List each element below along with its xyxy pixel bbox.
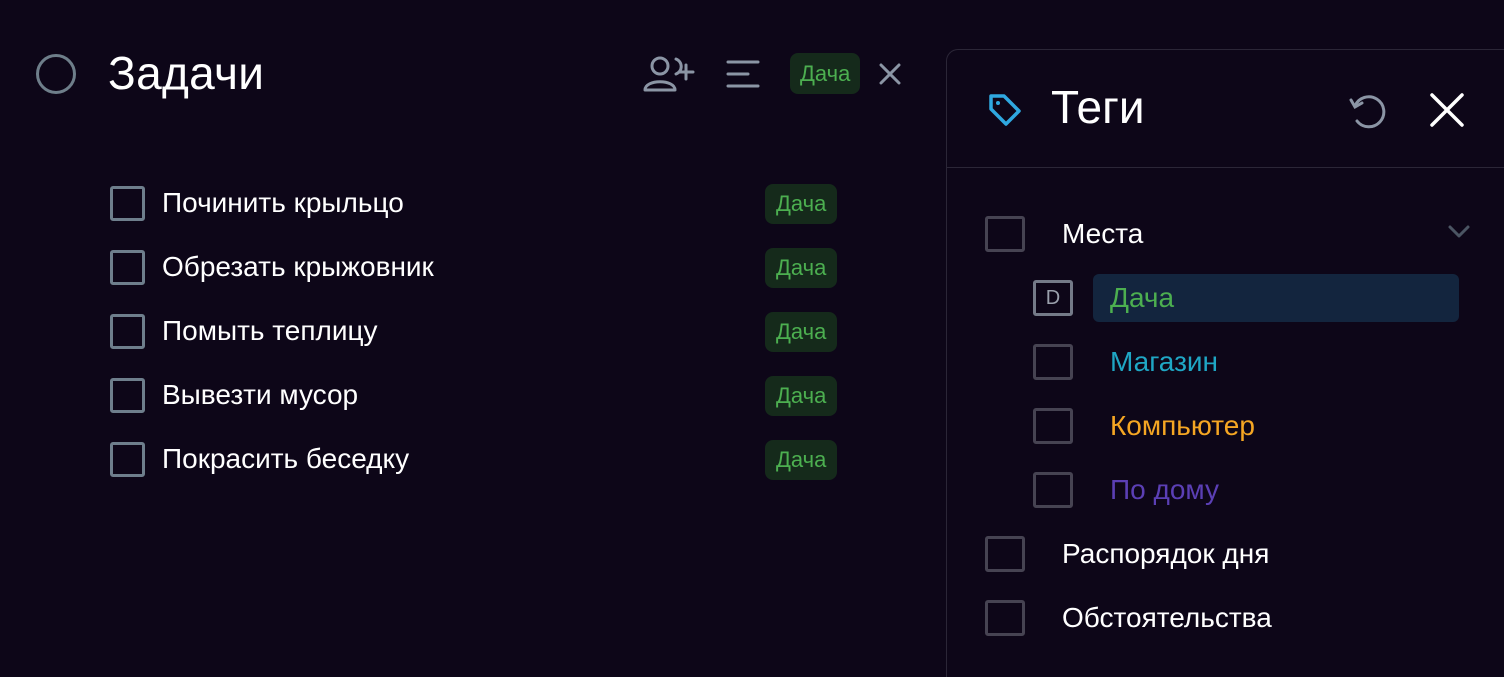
task-title[interactable]: Помыть теплицу <box>162 315 378 347</box>
tag-label[interactable]: По дому <box>1110 474 1219 506</box>
task-row[interactable]: Обрезать крыжовник Дача <box>110 248 846 312</box>
task-list: Починить крыльцо Дача Обрезать крыжовник… <box>110 184 846 504</box>
task-checkbox[interactable] <box>110 442 145 477</box>
tag-icon <box>987 92 1023 128</box>
tag-item-row[interactable]: Магазин <box>1033 344 1459 392</box>
sort-lines-icon[interactable] <box>726 58 760 90</box>
tag-item-row[interactable]: D Дача <box>1033 280 1459 328</box>
tag-checkbox[interactable] <box>1033 408 1073 444</box>
task-row[interactable]: Помыть теплицу Дача <box>110 312 846 376</box>
tag-group-row[interactable]: Распорядок дня <box>985 536 1465 584</box>
task-title[interactable]: Покрасить беседку <box>162 443 409 475</box>
task-title[interactable]: Починить крыльцо <box>162 187 404 219</box>
task-tag-badge[interactable]: Дача <box>765 440 838 480</box>
task-checkbox[interactable] <box>110 186 145 221</box>
tag-group-label[interactable]: Обстоятельства <box>1062 602 1272 634</box>
tag-checkbox[interactable] <box>1033 344 1073 380</box>
tag-group-row[interactable]: Обстоятельства <box>985 600 1465 648</box>
tags-panel-title: Теги <box>1051 81 1145 133</box>
task-row[interactable]: Вывезти мусор Дача <box>110 376 846 440</box>
tasks-pane: Задачи Дача Починить крыльцо Дача Обреза… <box>0 0 946 677</box>
tag-group-label[interactable]: Места <box>1062 218 1143 250</box>
task-title[interactable]: Обрезать крыжовник <box>162 251 434 283</box>
circle-icon[interactable] <box>36 54 76 94</box>
tag-checkbox[interactable]: D <box>1033 280 1073 316</box>
tag-label[interactable]: Компьютер <box>1110 410 1255 442</box>
task-row[interactable]: Починить крыльцо Дача <box>110 184 846 248</box>
filter-tag-chip[interactable]: Дача <box>790 53 861 94</box>
tags-panel-header: Теги <box>947 50 1504 168</box>
refresh-icon[interactable] <box>1347 90 1389 132</box>
tag-label[interactable]: Магазин <box>1110 346 1218 378</box>
task-tag-badge[interactable]: Дача <box>765 248 838 288</box>
close-icon[interactable] <box>878 62 902 86</box>
task-tag-badge[interactable]: Дача <box>765 184 838 224</box>
tag-group-checkbox[interactable] <box>985 600 1025 636</box>
close-icon[interactable] <box>1429 92 1465 128</box>
task-checkbox[interactable] <box>110 314 145 349</box>
tags-panel: Теги Места D Дача Магазин Компьютер По д… <box>946 49 1504 677</box>
task-tag-badge[interactable]: Дача <box>765 376 838 416</box>
tag-item-row[interactable]: По дому <box>1033 472 1459 520</box>
page-title: Задачи <box>108 47 265 99</box>
task-title[interactable]: Вывезти мусор <box>162 379 358 411</box>
task-tag-badge[interactable]: Дача <box>765 312 838 352</box>
tag-label[interactable]: Дача <box>1110 282 1174 314</box>
task-row[interactable]: Покрасить беседку Дача <box>110 440 846 504</box>
tag-group-label[interactable]: Распорядок дня <box>1062 538 1269 570</box>
tag-item-row[interactable]: Компьютер <box>1033 408 1459 456</box>
tag-checkbox[interactable] <box>1033 472 1073 508</box>
tag-group-checkbox[interactable] <box>985 216 1025 252</box>
tag-group-row[interactable]: Места <box>985 216 1465 264</box>
task-checkbox[interactable] <box>110 250 145 285</box>
add-person-icon[interactable] <box>642 55 696 93</box>
tag-group-checkbox[interactable] <box>985 536 1025 572</box>
task-checkbox[interactable] <box>110 378 145 413</box>
